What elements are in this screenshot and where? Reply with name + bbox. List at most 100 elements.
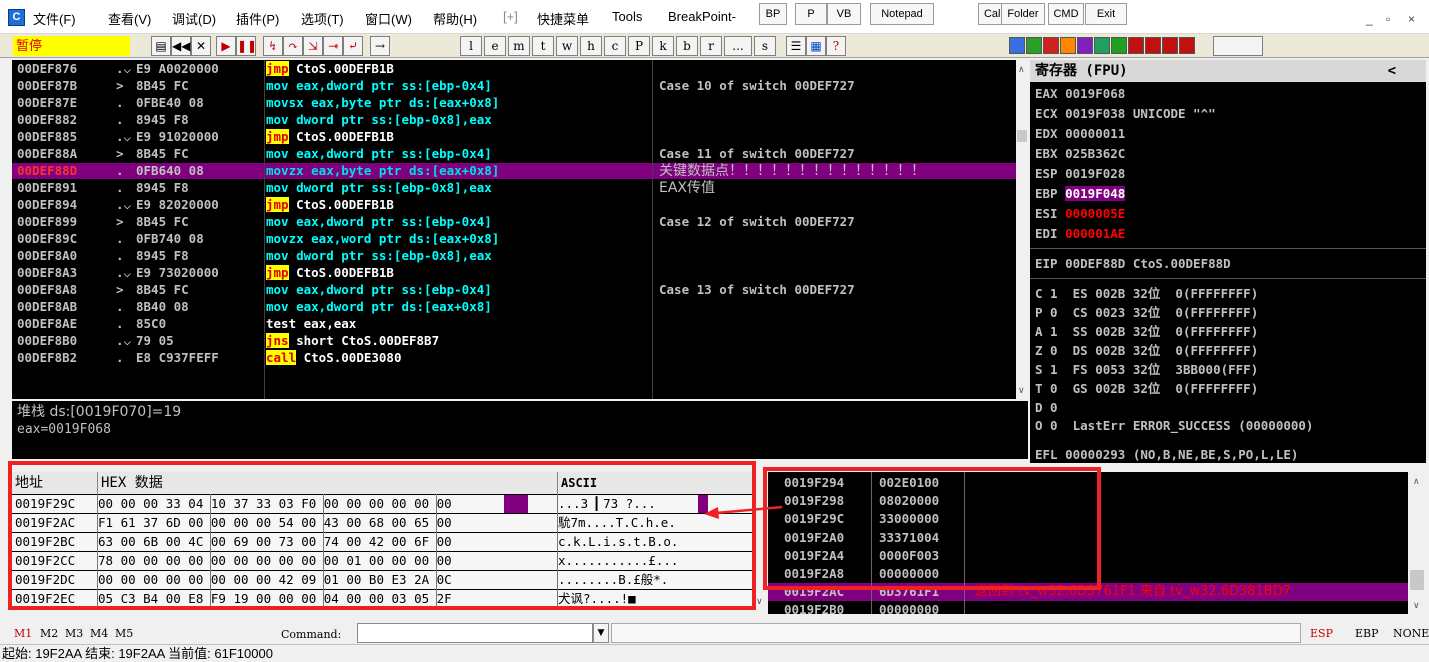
stack-value[interactable]: 00000000 [879, 601, 939, 614]
register-line[interactable]: ESP 0019F028 [1035, 164, 1125, 184]
quick-button[interactable]: Folder [1001, 3, 1045, 25]
flag-segment-line[interactable]: D 0 [1035, 398, 1058, 418]
register-value[interactable]: 0019F028 [1065, 166, 1125, 181]
quick-button[interactable]: Exit [1085, 3, 1127, 25]
register-line[interactable]: ECX 0019F038 UNICODE "^" [1035, 104, 1216, 124]
menu-item[interactable]: [+] [503, 9, 518, 24]
plugin-icon[interactable] [1077, 37, 1093, 54]
view-window-button[interactable]: b [676, 36, 698, 56]
plugin-icon[interactable] [1111, 37, 1127, 54]
register-eip[interactable]: EIP 00DEF88D CtoS.00DEF88D [1035, 254, 1231, 274]
disasm-row[interactable]: 00DEF885 .⌵ E9 91020000 jmp CtoS.00DEFB1B [12, 129, 1028, 145]
disasm-row[interactable]: 00DEF8A8 >8B45 FC mov eax,dword ptr ss:[eb… [12, 282, 1028, 298]
plugin-icon[interactable] [1128, 37, 1144, 54]
quick-button[interactable]: VB [827, 3, 861, 25]
goto-icon[interactable]: → [370, 36, 390, 56]
register-line[interactable]: EBX 025B362C [1035, 144, 1125, 164]
flag-segment-line[interactable]: S 1 FS 0053 32位 3BB000(FFF) [1035, 360, 1258, 380]
app-icon[interactable]: C [8, 9, 25, 26]
register-efl[interactable]: EFL 00000293 (NO,B,NE,BE,S,PO,L,LE) [1035, 445, 1298, 463]
menu-item[interactable]: Tools [612, 9, 642, 24]
open-icon[interactable]: ▤ [151, 36, 171, 56]
menu-item[interactable]: 插件(P) [236, 9, 279, 28]
flag-segment-line[interactable]: C 1 ES 002B 32位 0(FFFFFFFF) [1035, 284, 1258, 304]
view-window-button[interactable]: c [604, 36, 626, 56]
disasm-row[interactable]: 00DEF894 .⌵ E9 82020000 jmp CtoS.00DEFB1B [12, 197, 1028, 213]
minimize-icon[interactable]: _ [1366, 12, 1373, 26]
menu-item[interactable]: 快捷菜单 [537, 9, 589, 28]
list-icon[interactable]: ☰ [786, 36, 806, 56]
disasm-row[interactable]: 00DEF899 >8B45 FC mov eax,dword ptr ss:[eb… [12, 214, 1028, 230]
dump-tab-m3[interactable]: M3 [65, 627, 83, 640]
run-icon[interactable]: ▶ [216, 36, 236, 56]
trace-into-icon[interactable]: ⇲ [303, 36, 323, 56]
menu-item[interactable]: 文件(F) [33, 9, 76, 28]
disasm-row[interactable]: 00DEF8B0 .⌵ 79 05 jns short CtoS.00DEF8B7 [12, 333, 1028, 349]
register-line[interactable]: EDI 000001AE [1035, 224, 1125, 244]
view-window-button[interactable]: w [556, 36, 578, 56]
menu-item[interactable]: 选项(T) [301, 9, 344, 28]
quick-button[interactable]: P [795, 3, 827, 25]
disasm-row[interactable]: 00DEF876 .⌵ E9 A0020000 jmp CtoS.00DEFB1B [12, 61, 1028, 77]
view-window-button[interactable]: s [754, 36, 776, 56]
dump-tab-m5[interactable]: M5 [115, 627, 133, 640]
close-icon[interactable]: × [1408, 12, 1415, 26]
plugin-icon[interactable] [1162, 37, 1178, 54]
step-into-icon[interactable]: ↯ [263, 36, 283, 56]
dump-tab-m1[interactable]: M1 [14, 627, 32, 640]
view-window-button[interactable]: h [580, 36, 602, 56]
register-value[interactable]: 0019F068 [1065, 86, 1125, 101]
plugin-icon[interactable] [1009, 37, 1025, 54]
disassembly-scrollbar[interactable]: ∧ ∨ [1016, 60, 1028, 399]
menu-item[interactable]: 帮助(H) [433, 9, 477, 28]
menu-item[interactable]: 查看(V) [108, 9, 151, 28]
stack-row[interactable]: 0019F2B0 00000000 [768, 601, 1408, 614]
step-over-icon[interactable]: ↷ [283, 36, 303, 56]
menu-item[interactable]: 窗口(W) [365, 9, 412, 28]
disassembly-pane[interactable]: 00DEF876 .⌵ E9 A0020000 jmp CtoS.00DEFB1B 00… [12, 60, 1028, 399]
quick-button[interactable]: Notepad [870, 3, 934, 25]
disasm-row[interactable]: 00DEF891. 8945 F8 mov dword ptr ss:[ebp-0x… [12, 180, 1028, 196]
quick-button[interactable]: CMD [1048, 3, 1084, 25]
menu-item[interactable]: 调试(D) [172, 9, 216, 28]
register-line[interactable]: EBP 0019F048 [1035, 184, 1126, 204]
close-file-icon[interactable]: ✕ [191, 36, 211, 56]
execute-till-return-icon[interactable]: ⤶ [343, 36, 363, 56]
plugin-icon[interactable] [1179, 37, 1195, 54]
view-window-button[interactable]: k [652, 36, 674, 56]
reg-none-button[interactable]: NONE [1393, 627, 1429, 640]
plugin-icon[interactable] [1026, 37, 1042, 54]
disasm-row[interactable]: 00DEF87B >8B45 FC mov eax,dword ptr ss:[eb… [12, 78, 1028, 94]
register-line[interactable]: EAX 0019F068 [1035, 84, 1125, 104]
register-value[interactable]: 0000005E [1065, 206, 1125, 221]
registers-pane[interactable]: 寄存器 (FPU) < EAX 0019F068 ECX 0019F038 UNI… [1030, 60, 1426, 463]
disasm-row[interactable]: 00DEF89C. 0FB740 08 movzx eax,word ptr ds:… [12, 231, 1028, 247]
command-dropdown-icon[interactable]: ▼ [593, 623, 609, 643]
help-icon[interactable]: ? [826, 36, 846, 56]
disasm-row[interactable]: 00DEF8AB. 8B40 08 mov eax,dword ptr ds:[ea… [12, 299, 1028, 315]
restore-icon[interactable]: ▫ [1386, 12, 1390, 26]
collapse-icon[interactable]: < [1388, 60, 1396, 82]
view-window-button[interactable]: l [460, 36, 482, 56]
flag-segment-line[interactable]: O 0 LastErr ERROR_SUCCESS (00000000) [1035, 416, 1313, 436]
register-value[interactable]: 0019F048 [1065, 186, 1126, 201]
disasm-row[interactable]: 00DEF88A >8B45 FC mov eax,dword ptr ss:[eb… [12, 146, 1028, 162]
view-window-button[interactable]: t [532, 36, 554, 56]
plugin-icon[interactable] [1094, 37, 1110, 54]
register-line[interactable]: ESI 0000005E [1035, 204, 1125, 224]
dump-tab-m2[interactable]: M2 [40, 627, 58, 640]
view-window-button[interactable]: e [484, 36, 506, 56]
quick-button[interactable]: BP [759, 3, 787, 25]
disasm-row[interactable]: 00DEF8B2. E8 C937FEFF call CtoS.00DE3080 [12, 350, 1028, 366]
flag-segment-line[interactable]: T 0 GS 002B 32位 0(FFFFFFFF) [1035, 379, 1258, 399]
flag-segment-line[interactable]: A 1 SS 002B 32位 0(FFFFFFFF) [1035, 322, 1258, 342]
dump-tab-m4[interactable]: M4 [90, 627, 108, 640]
plugin-icon[interactable] [1043, 37, 1059, 54]
view-window-button[interactable]: r [700, 36, 722, 56]
plugin-icon[interactable] [1060, 37, 1076, 54]
reg-ebp-button[interactable]: EBP [1355, 627, 1379, 640]
disasm-row[interactable]: 00DEF88D. 0FB640 08 movzx eax,byte ptr ds:… [12, 163, 1028, 179]
grid-icon[interactable]: ▦ [806, 36, 826, 56]
registers-header[interactable]: 寄存器 (FPU) < [1030, 60, 1426, 82]
view-window-button[interactable]: P [628, 36, 650, 56]
